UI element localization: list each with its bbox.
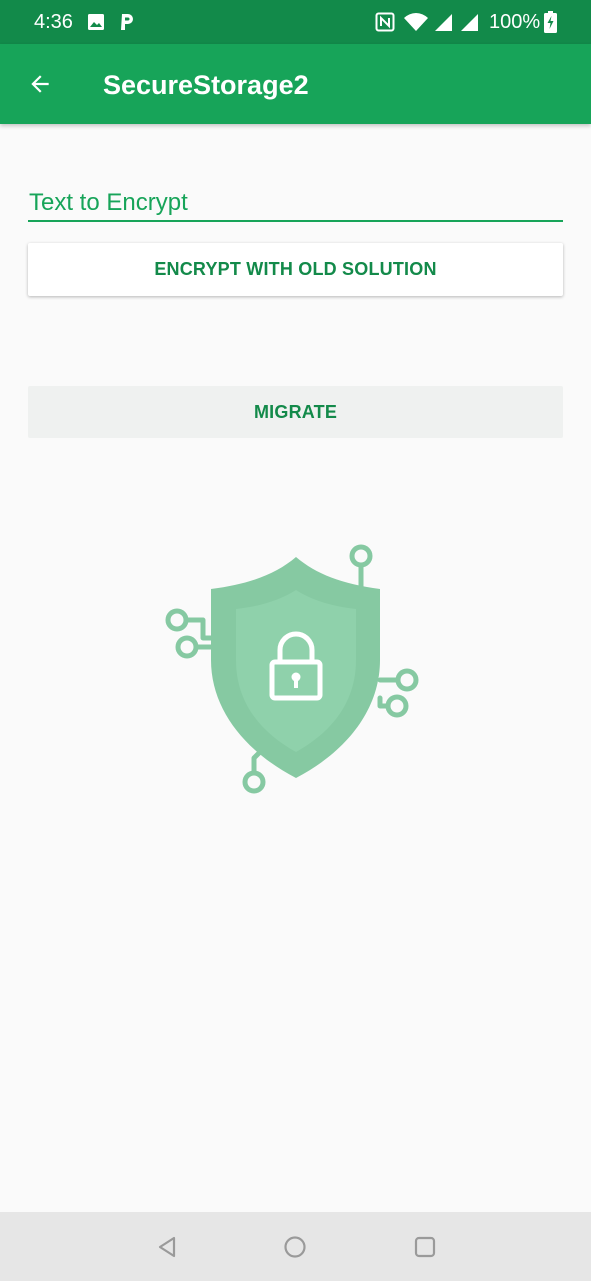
- back-button[interactable]: [18, 62, 62, 106]
- parking-icon: [121, 14, 133, 30]
- app-title: SecureStorage2: [103, 70, 309, 100]
- app-bar: SecureStorage2: [0, 44, 591, 124]
- battery-charging-icon: [544, 11, 557, 33]
- image-icon: [88, 14, 104, 30]
- back-triangle-icon: [158, 1236, 176, 1258]
- navigation-bar: [0, 1212, 591, 1281]
- shield-lock-circuit-icon: [165, 544, 419, 794]
- encrypt-with-old-solution-button[interactable]: ENCRYPT WITH OLD SOLUTION: [28, 243, 563, 296]
- migrate-button[interactable]: MIGRATE: [28, 386, 563, 438]
- nav-recents-button[interactable]: [406, 1228, 444, 1266]
- signal-icon: [435, 14, 452, 31]
- nav-back-button[interactable]: [148, 1228, 186, 1266]
- status-time: 4:36: [34, 11, 73, 33]
- nfc-icon: [375, 12, 395, 32]
- status-bar: 4:36 100%: [0, 0, 591, 44]
- recents-square-icon: [414, 1236, 436, 1258]
- signal-icon: [461, 14, 478, 31]
- wifi-icon: [404, 13, 428, 31]
- nav-home-button[interactable]: [276, 1228, 314, 1266]
- arrow-left-icon: [31, 75, 49, 93]
- battery-percent: 100%: [489, 11, 541, 33]
- home-circle-icon: [284, 1236, 306, 1258]
- text-to-encrypt-input[interactable]: [28, 182, 563, 222]
